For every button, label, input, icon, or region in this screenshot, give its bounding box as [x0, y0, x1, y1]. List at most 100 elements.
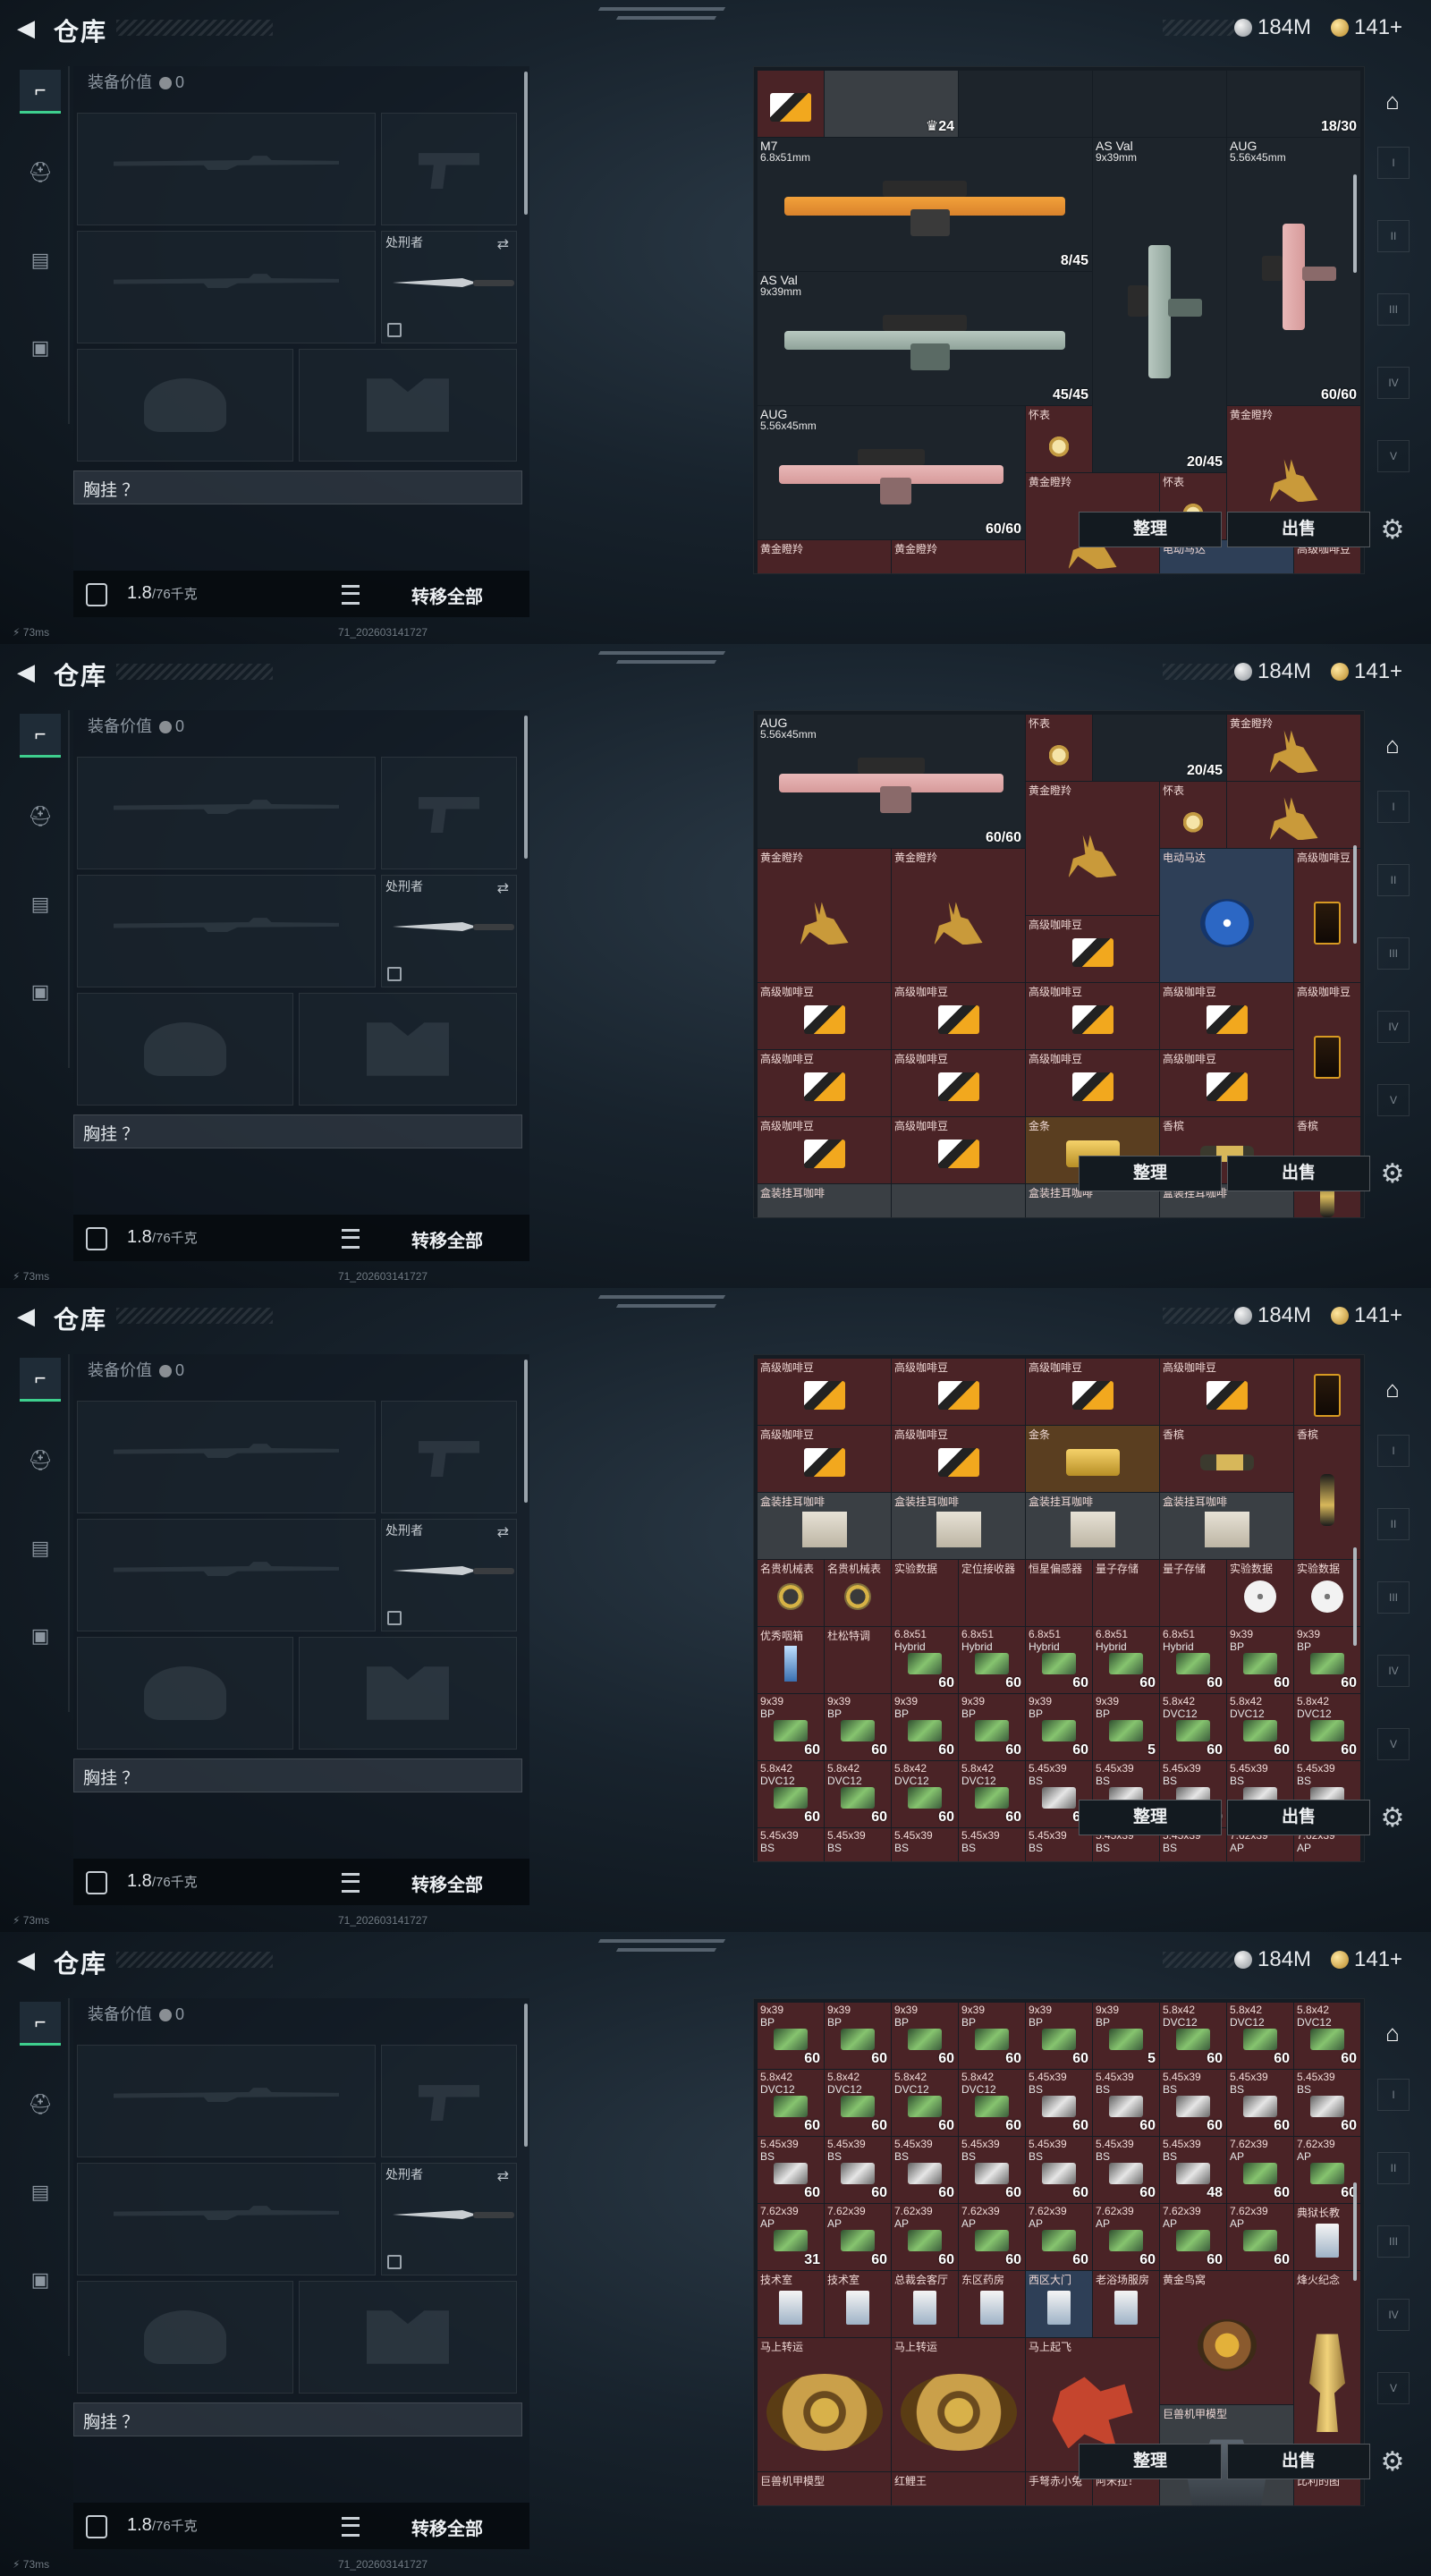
inventory-item[interactable]: 高级咖啡豆 [1294, 849, 1360, 982]
inventory-item[interactable]: 怀表 [1026, 406, 1092, 472]
silver-currency[interactable]: 184M [1234, 658, 1311, 685]
inventory-item[interactable] [892, 1184, 1025, 1217]
loadout-scrollbar[interactable] [524, 1360, 528, 1503]
storage-tab[interactable]: I [1377, 2079, 1410, 2111]
inventory-item[interactable]: 金条 [1026, 1426, 1159, 1492]
inventory-item[interactable]: 5.8x42 DVC12 60 [1294, 2003, 1360, 2069]
nav-helmet-icon[interactable]: ⛑ [20, 1440, 61, 1481]
weapon-item[interactable]: AUG 5.56x45mm 60/60 [1227, 138, 1360, 405]
helmet-slot[interactable] [77, 349, 293, 462]
transfer-all-button[interactable]: 转移全部 [411, 2514, 483, 2540]
swap-icon[interactable]: ⇄ [497, 1523, 509, 1541]
sell-button[interactable]: 出售 [1227, 1800, 1370, 1835]
back-button[interactable]: ◀ [13, 1302, 39, 1329]
sidearm-slot[interactable] [381, 1401, 517, 1513]
grid-scrollbar[interactable] [1353, 174, 1357, 273]
armor-slot[interactable] [299, 1637, 517, 1750]
sell-button[interactable]: 出售 [1227, 1156, 1370, 1191]
transfer-all-button[interactable]: 转移全部 [411, 582, 483, 608]
inventory-item[interactable]: 7.62x39 AP 60 [1026, 2204, 1092, 2270]
inventory-item[interactable]: 电动马达 [1160, 849, 1293, 982]
weapon-item[interactable]: AS Val 9x39mm 20/45 [1093, 138, 1226, 472]
armor-slot[interactable] [299, 993, 517, 1106]
gold-currency[interactable]: 141+ [1331, 658, 1402, 685]
inventory-item[interactable]: 恒星偏感器 [1026, 1560, 1092, 1626]
secondary-weapon-slot[interactable] [77, 2163, 376, 2275]
inventory-item[interactable]: 马上转运 [892, 2338, 1025, 2471]
inventory-item[interactable]: 高级咖啡豆 [758, 1359, 891, 1425]
inventory-item[interactable]: 巨兽机甲模型 [758, 2472, 891, 2505]
inventory-item[interactable]: 高级咖啡豆 [1026, 916, 1159, 982]
gold-currency[interactable]: 141+ [1331, 14, 1402, 41]
storage-tab[interactable]: IV [1377, 2299, 1410, 2331]
melee-slot[interactable]: 处刑者 ⇄ [381, 1519, 517, 1631]
inventory-item[interactable]: 5.8x42 DVC12 60 [825, 1761, 891, 1827]
inventory-item[interactable]: 怀表 [1026, 715, 1092, 781]
storage-tab-home[interactable]: ⌂ [1377, 1374, 1408, 1404]
helmet-slot[interactable] [77, 993, 293, 1106]
storage-grid[interactable]: 9x39 BP 60 9x39 BP 60 9x39 BP 60 9x39 BP 60 9x39 BP 60… [753, 1998, 1365, 2506]
silver-currency[interactable]: 184M [1234, 1946, 1311, 1973]
storage-tab-home[interactable]: ⌂ [1377, 730, 1408, 760]
inventory-item[interactable]: 高级咖啡豆 [892, 983, 1025, 1049]
primary-weapon-slot[interactable] [77, 757, 376, 869]
grid-scrollbar[interactable] [1353, 845, 1357, 944]
inventory-item[interactable]: 5.45x39BS 60 [1026, 2137, 1092, 2203]
inventory-item[interactable]: 9x39 BP 60 [1026, 2003, 1092, 2069]
inventory-item[interactable]: 香槟 [1294, 1426, 1360, 1559]
inventory-item[interactable]: 盒装挂耳咖啡 [758, 1184, 891, 1217]
storage-tab[interactable]: I [1377, 147, 1410, 179]
storage-tab[interactable]: II [1377, 2152, 1410, 2184]
inventory-item[interactable]: 9x39 BP 60 [892, 1694, 958, 1760]
inventory-item[interactable]: 实验数据 [892, 1560, 958, 1626]
inventory-item[interactable]: 5.45x39BS 60 [1294, 2070, 1360, 2136]
list-icon[interactable] [342, 2517, 360, 2537]
inventory-item[interactable]: 5.8x42 DVC12 60 [1227, 2003, 1293, 2069]
inventory-item[interactable]: 5.45x39BS 60 [1093, 2070, 1159, 2136]
inventory-item[interactable] [959, 71, 1092, 137]
inventory-item[interactable]: 高级咖啡豆 [1026, 1050, 1159, 1116]
inventory-item[interactable]: 5.45x39BS 60 [1160, 2070, 1226, 2136]
gold-currency[interactable]: 141+ [1331, 1302, 1402, 1329]
inventory-item[interactable]: 香槟 [1160, 1426, 1293, 1492]
chest-rig-bar[interactable]: 胸挂 ？ [73, 2402, 522, 2436]
inventory-item[interactable]: 5.45x39 BS [758, 1828, 824, 1861]
storage-tab[interactable]: III [1377, 937, 1410, 970]
inventory-item[interactable]: 5.8x42 DVC12 60 [1227, 1694, 1293, 1760]
list-icon[interactable] [342, 1873, 360, 1893]
back-button[interactable]: ◀ [13, 658, 39, 685]
inventory-item[interactable]: 优秀咽箱 [758, 1627, 824, 1693]
swap-icon[interactable]: ⇄ [497, 2167, 509, 2185]
inventory-item[interactable]: 5.45x39BS 60 [892, 2137, 958, 2203]
inventory-item[interactable]: 5.45x39BS 60 [1227, 2070, 1293, 2136]
inventory-item[interactable]: 高级咖啡豆 [758, 1117, 891, 1183]
helmet-slot[interactable] [77, 1637, 293, 1750]
inventory-item[interactable]: 5.45x39BS 60 [959, 2137, 1025, 2203]
nav-gun-icon[interactable]: ⌐ [20, 714, 61, 758]
inventory-item[interactable]: 9x39 BP 60 [825, 1694, 891, 1760]
back-button[interactable]: ◀ [13, 1946, 39, 1973]
inventory-item[interactable]: 5.45x39 BS 48 [1160, 2137, 1226, 2203]
list-icon[interactable] [342, 585, 360, 605]
inventory-item[interactable]: 量子存储 [1160, 1560, 1226, 1626]
transfer-all-button[interactable]: 转移全部 [411, 1226, 483, 1252]
sort-button[interactable]: 整理 [1079, 1800, 1222, 1835]
inventory-item[interactable]: 马上转运 [758, 2338, 891, 2471]
inventory-item[interactable]: 高级咖啡豆 [1160, 1050, 1293, 1116]
primary-weapon-slot[interactable] [77, 2045, 376, 2157]
loadout-scrollbar[interactable] [524, 72, 528, 215]
inventory-item[interactable]: 6.8x51 Hybrid 60 [1160, 1627, 1226, 1693]
nav-briefcase-icon[interactable]: ▣ [20, 1615, 61, 1657]
storage-tab[interactable]: II [1377, 864, 1410, 896]
sort-button[interactable]: 整理 [1079, 512, 1222, 547]
inventory-item[interactable]: 5.8x42 DVC12 60 [758, 1761, 824, 1827]
storage-tab[interactable]: III [1377, 2225, 1410, 2258]
inventory-item[interactable]: 5.8x42 DVC12 60 [825, 2070, 891, 2136]
nav-clipboard-icon[interactable]: ▤ [20, 1528, 61, 1569]
inventory-item[interactable]: 5.45x39BS 60 [1026, 2070, 1092, 2136]
inventory-item[interactable]: 9x39 BP 60 [1026, 1694, 1092, 1760]
melee-slot[interactable]: 处刑者 ⇄ [381, 875, 517, 987]
storage-tab-home[interactable]: ⌂ [1377, 86, 1408, 116]
sidearm-slot[interactable] [381, 2045, 517, 2157]
inventory-item[interactable]: 怀表 [1160, 782, 1226, 848]
